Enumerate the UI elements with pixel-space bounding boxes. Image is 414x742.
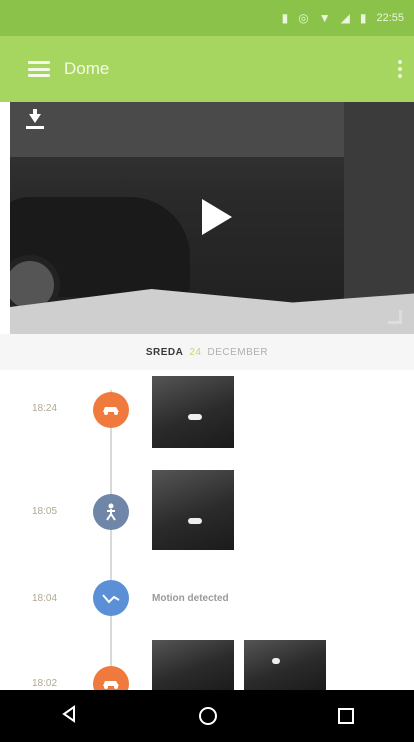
back-icon[interactable] — [60, 704, 78, 728]
event-time: 18:05 — [32, 506, 58, 517]
download-icon[interactable] — [26, 109, 44, 136]
event-time: 18:24 — [32, 403, 58, 414]
motion-icon — [93, 580, 129, 616]
event-thumbnail[interactable] — [244, 640, 326, 690]
video-player[interactable] — [10, 102, 414, 334]
car-icon — [93, 392, 129, 428]
event-time: 18:02 — [32, 678, 58, 689]
app-toolbar: Dome — [0, 36, 414, 102]
overflow-menu-icon[interactable] — [398, 60, 402, 78]
vibrate-icon: ▮ — [281, 11, 289, 25]
event-thumbnail[interactable] — [152, 470, 234, 550]
system-navigation-bar — [0, 690, 414, 742]
video-frame-car — [10, 197, 190, 315]
timeline-line — [110, 390, 112, 690]
page-title: Dome — [64, 59, 110, 78]
fullscreen-icon[interactable] — [388, 310, 402, 324]
signal-icon: ◢ — [340, 11, 350, 25]
date-number: 24 — [189, 346, 202, 358]
event-time: 18:04 — [32, 593, 58, 604]
date-day: SREDA — [145, 346, 184, 358]
battery-icon: ▮ — [359, 11, 367, 25]
menu-icon[interactable] — [28, 61, 50, 77]
date-month: DECEMBER — [207, 346, 269, 358]
play-icon[interactable] — [202, 199, 232, 235]
event-thumbnail[interactable] — [152, 640, 234, 690]
home-icon[interactable] — [198, 707, 217, 725]
event-thumbnail[interactable] — [152, 376, 234, 448]
event-label: Motion detected — [152, 593, 229, 604]
status-bar: ▮ ◎ ▼ ◢ ▮ 22:55 — [0, 0, 414, 36]
person-icon — [93, 494, 129, 530]
alarm-icon: ◎ — [298, 11, 309, 25]
timeline-date-header: SREDA 24 DECEMBER — [0, 334, 414, 370]
recents-icon[interactable] — [337, 708, 354, 724]
status-time: 22:55 — [376, 12, 404, 24]
wifi-icon: ▼ — [318, 11, 331, 25]
